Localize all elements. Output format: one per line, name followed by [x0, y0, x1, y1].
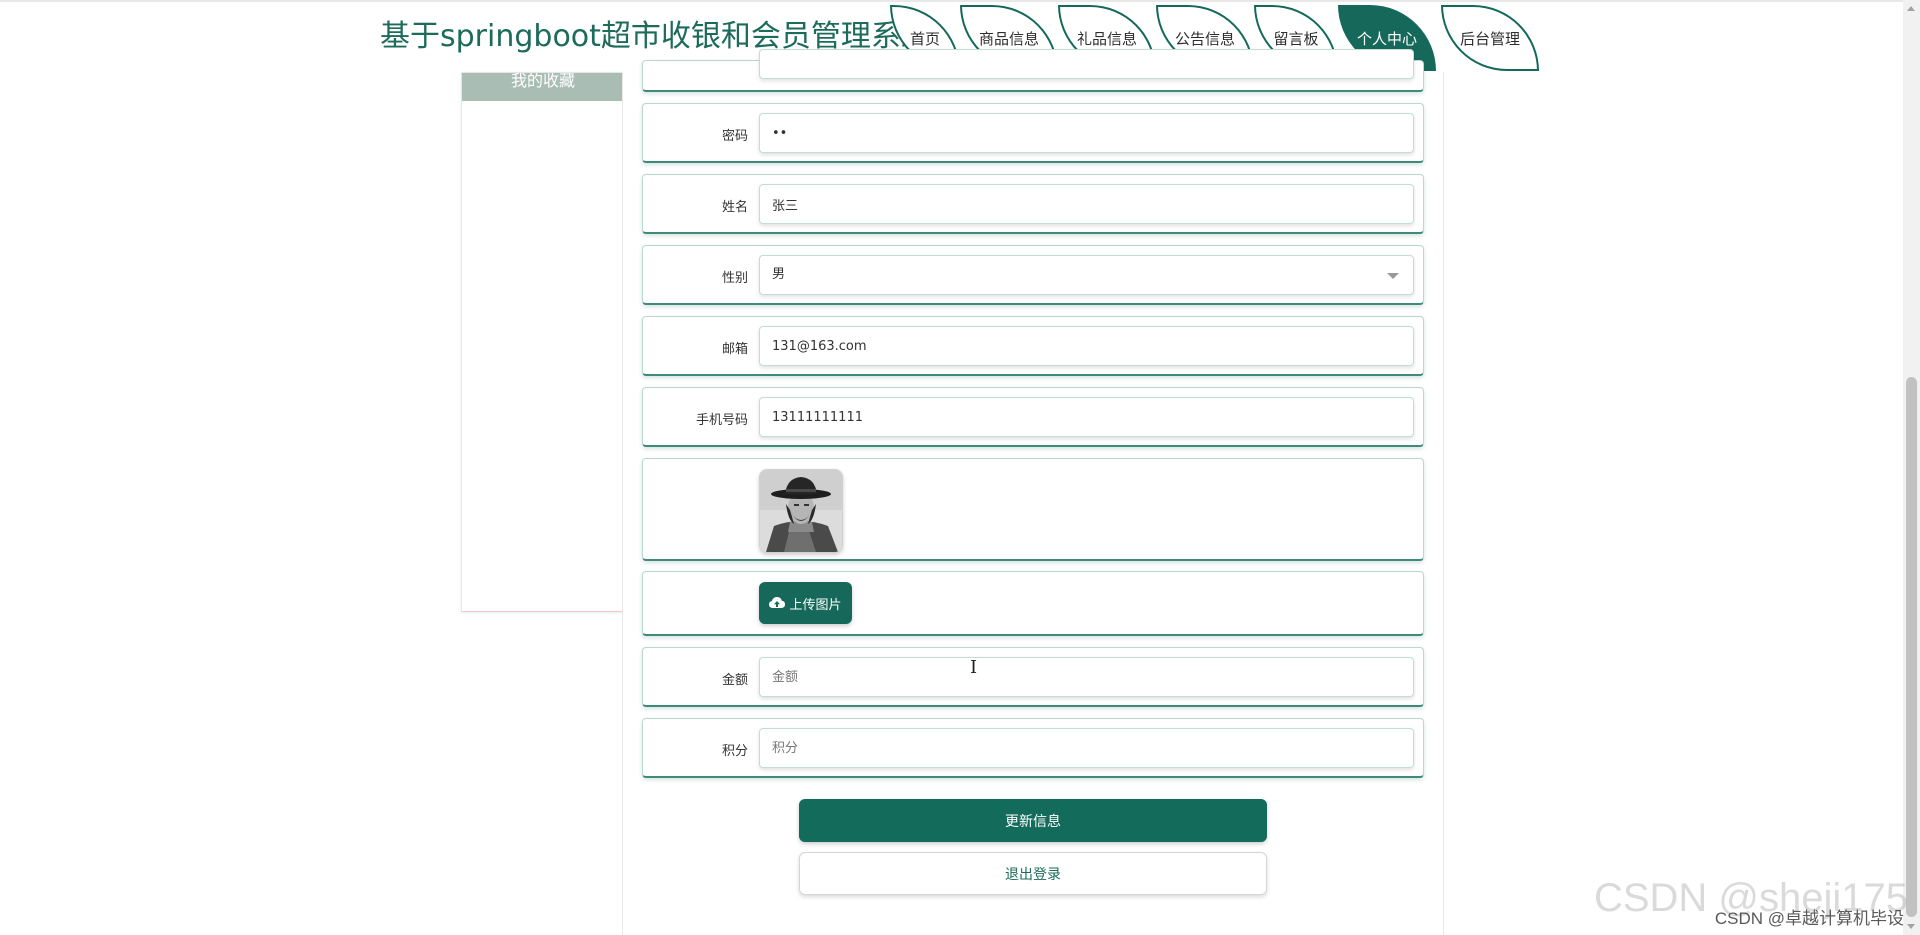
top-border [0, 0, 1920, 2]
amount-field[interactable] [759, 657, 1414, 697]
amount-label: 金额 [721, 673, 748, 688]
logout-button[interactable]: 退出登录 [799, 852, 1267, 895]
form-row-avatar [642, 458, 1424, 561]
email-label: 邮箱 [721, 342, 748, 357]
form-row-points: 积分 [642, 718, 1424, 778]
gender-select-value: 男 [772, 267, 786, 282]
name-label: 姓名 [721, 200, 748, 215]
page-scrollbar[interactable] [1903, 0, 1920, 935]
form-row-phone: 手机号码 [642, 387, 1424, 447]
avatar [759, 469, 843, 553]
sidebar-item-favorites[interactable]: 我的收藏 [462, 73, 624, 101]
form-row-gender: 性别 男 [642, 245, 1424, 305]
nav-item-admin[interactable]: 后台管理 [1441, 5, 1539, 71]
scroll-up-arrow-icon[interactable] [1907, 6, 1915, 11]
watermark-small: CSDN @卓越计算机毕设 [1714, 909, 1904, 928]
sidebar-panel: 我的收藏 [461, 72, 625, 612]
upload-image-button[interactable]: 上传图片 [759, 582, 852, 624]
form-row-email: 邮箱 [642, 316, 1424, 376]
phone-field[interactable] [759, 397, 1414, 437]
points-field[interactable] [759, 728, 1414, 768]
password-field[interactable] [759, 113, 1414, 153]
upload-image-label: 上传图片 [789, 597, 842, 613]
password-label: 密码 [721, 129, 748, 144]
form-row-account [642, 49, 1424, 92]
phone-label: 手机号码 [695, 413, 748, 428]
name-field[interactable] [759, 184, 1414, 224]
portrait-photo [760, 470, 842, 552]
gender-label: 性别 [721, 271, 748, 286]
form-row-upload: 上传图片 [642, 571, 1424, 636]
form-row-name: 姓名 [642, 174, 1424, 234]
scrollbar-thumb[interactable] [1906, 377, 1917, 917]
update-info-button[interactable]: 更新信息 [799, 799, 1267, 842]
points-label: 积分 [721, 744, 748, 759]
cloud-upload-icon [769, 597, 786, 608]
chevron-down-icon [1387, 273, 1399, 279]
scroll-down-arrow-icon[interactable] [1907, 924, 1915, 929]
form-row-password: 密码 [642, 103, 1424, 163]
email-field[interactable] [759, 326, 1414, 366]
sidebar-heading: 我的收藏 [510, 73, 575, 90]
gender-select[interactable]: 男 [759, 255, 1414, 295]
text-cursor-icon: I [970, 657, 978, 678]
form-row-amount: 金额 [642, 647, 1424, 707]
account-field[interactable] [759, 49, 1414, 79]
